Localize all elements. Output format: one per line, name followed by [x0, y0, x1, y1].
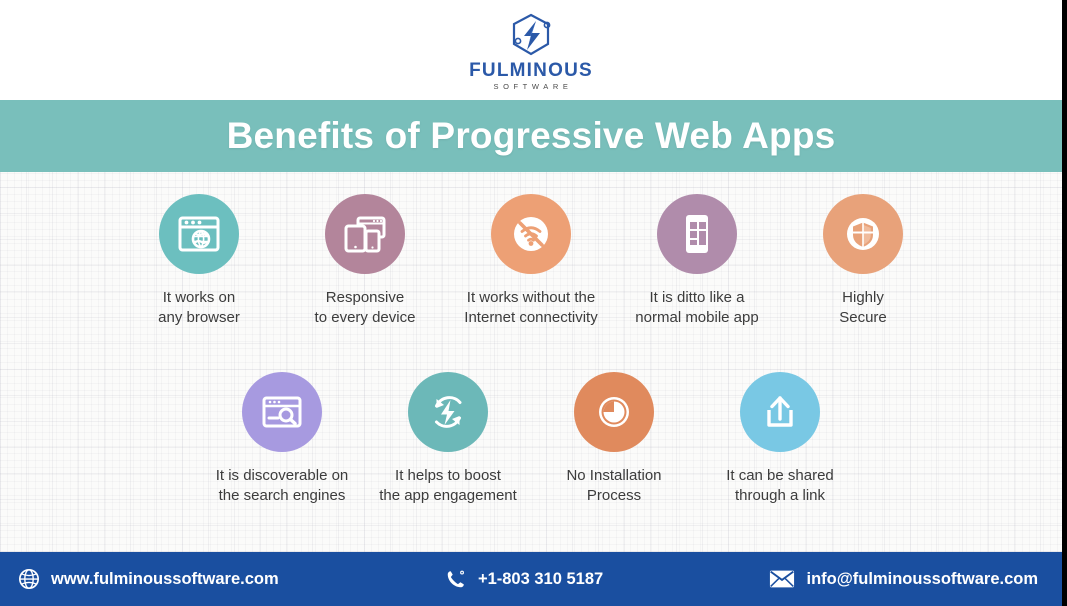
benefit-label: It works without the Internet connectivi…	[464, 289, 598, 327]
benefit-label: It works on any browser	[158, 289, 240, 327]
brand-name: FULMINOUS	[469, 59, 593, 81]
fulminous-hex-bolt-logo-icon	[506, 10, 556, 60]
footer-email[interactable]: info@fulminoussoftware.com	[769, 569, 1038, 589]
footer-website[interactable]: www.fulminoussoftware.com	[18, 568, 279, 590]
benefits-area: It works on any browser Responsive to ev…	[0, 172, 1062, 552]
benefit-label: It is ditto like a normal mobile app	[635, 289, 759, 327]
footer-phone[interactable]: +1-803 310 5187	[279, 568, 770, 590]
benefit-item-ditto-normal-mobile-app: It is ditto like a normal mobile app	[614, 194, 780, 329]
infographic-root: FULMINOUS SOFTWARE Benefits of Progressi…	[0, 0, 1067, 606]
benefits-row-1: It works on any browser Responsive to ev…	[0, 194, 1062, 329]
responsive-devices-icon	[325, 194, 405, 274]
benefit-item-responsive-to-every-device: Responsive to every device	[282, 194, 448, 329]
browser-search-icon	[242, 372, 322, 452]
footer-website-text: www.fulminoussoftware.com	[51, 569, 279, 588]
contact-footer: www.fulminoussoftware.com +1-803 310 518…	[0, 552, 1062, 606]
benefit-label: It helps to boost the app engagement	[379, 467, 517, 505]
refresh-bolt-icon	[408, 372, 488, 452]
footer-phone-text: +1-803 310 5187	[477, 569, 604, 588]
no-wifi-icon	[491, 194, 571, 274]
pie-clock-icon	[574, 372, 654, 452]
envelope-icon	[769, 569, 795, 589]
shield-secure-icon	[823, 194, 903, 274]
benefit-item-works-on-any-browser: It works on any browser	[116, 194, 282, 329]
benefit-item-boost-app-engagement: It helps to boost the app engagement	[365, 372, 531, 507]
benefits-row-2: It is discoverable on the search engines…	[0, 372, 1062, 507]
page-title: Benefits of Progressive Web Apps	[226, 115, 836, 156]
benefit-item-shared-through-link: It can be shared through a link	[697, 372, 863, 507]
share-upload-icon	[740, 372, 820, 452]
benefit-item-no-installation-process: No Installation Process	[531, 372, 697, 507]
benefit-label: It is discoverable on the search engines	[215, 467, 349, 505]
benefit-item-discoverable-search-engines: It is discoverable on the search engines	[199, 372, 365, 507]
brand-logo: FULMINOUS SOFTWARE	[469, 10, 593, 91]
benefit-item-highly-secure: Highly Secure	[780, 194, 946, 329]
brand-tagline: SOFTWARE	[493, 81, 573, 91]
logo-header: FULMINOUS SOFTWARE	[0, 0, 1062, 100]
globe-icon	[18, 568, 40, 590]
benefit-label: Highly Secure	[839, 289, 887, 327]
footer-email-text: info@fulminoussoftware.com	[806, 569, 1038, 588]
benefit-label: Responsive to every device	[314, 289, 416, 327]
phone-icon	[445, 568, 467, 590]
benefit-label: It can be shared through a link	[726, 467, 834, 505]
browser-globe-icon	[159, 194, 239, 274]
title-band: Benefits of Progressive Web Apps	[0, 100, 1062, 172]
benefit-item-works-without-internet: It works without the Internet connectivi…	[448, 194, 614, 329]
mobile-app-grid-icon	[657, 194, 737, 274]
benefit-label: No Installation Process	[566, 467, 662, 505]
